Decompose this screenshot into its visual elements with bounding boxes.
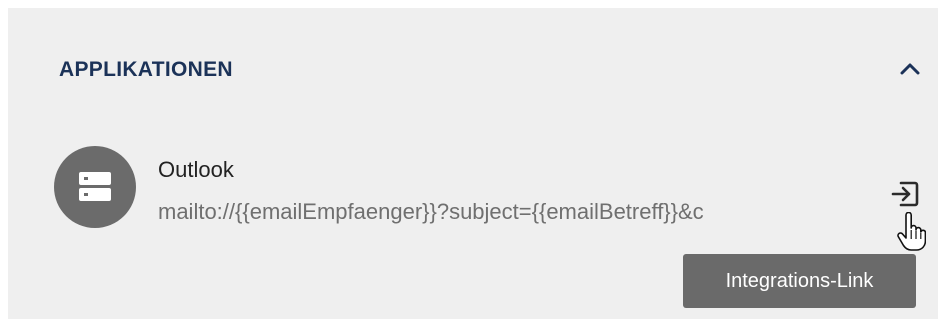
chevron-up-icon bbox=[900, 63, 920, 75]
application-avatar bbox=[54, 146, 136, 228]
collapse-section-button[interactable] bbox=[892, 52, 928, 88]
section-title: APPLIKATIONEN bbox=[59, 58, 233, 81]
hand-pointer-icon bbox=[897, 212, 926, 251]
applications-panel: APPLIKATIONEN Outlook mailto://{{emailEm… bbox=[8, 8, 938, 319]
integration-link-tooltip: Integrations-Link bbox=[683, 254, 916, 308]
integration-link-button[interactable] bbox=[882, 172, 928, 216]
sign-in-icon bbox=[891, 181, 919, 207]
server-icon bbox=[79, 172, 111, 201]
application-name: Outlook bbox=[158, 157, 234, 182]
application-url: mailto://{{emailEmpfaenger}}?subject={{e… bbox=[158, 199, 704, 224]
